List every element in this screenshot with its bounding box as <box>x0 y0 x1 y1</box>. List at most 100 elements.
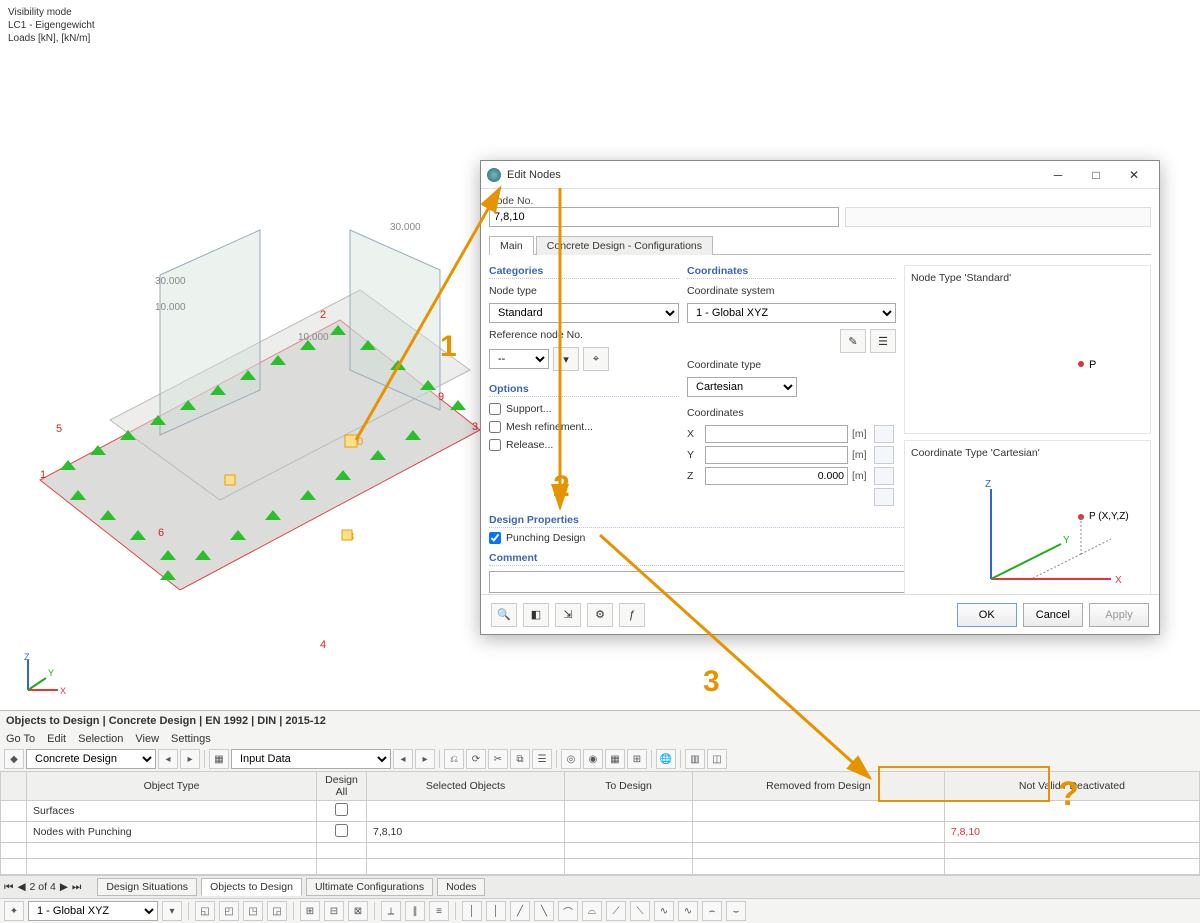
pick-icon[interactable]: ▾ <box>553 347 579 371</box>
dialog-titlebar[interactable]: Edit Nodes ─ □ ✕ <box>481 161 1159 189</box>
tool-e-icon[interactable]: ✂ <box>488 749 508 769</box>
col-selected-objects[interactable]: Selected Objects <box>367 772 565 801</box>
tab-concrete-configs[interactable]: Concrete Design - Configurations <box>536 236 713 255</box>
tool-g-icon[interactable]: ☰ <box>532 749 552 769</box>
cr-3-icon[interactable]: ◳ <box>243 901 263 921</box>
tool-l-icon[interactable]: 🌐 <box>656 749 676 769</box>
tab-objects-to-design[interactable]: Objects to Design <box>201 878 302 896</box>
cr-21-icon[interactable]: ⌢ <box>702 901 722 921</box>
pager-prev-icon[interactable]: ◀ <box>17 881 25 893</box>
ref-node-select[interactable]: -- <box>489 349 549 369</box>
cr-17-icon[interactable]: ⟋ <box>606 901 626 921</box>
cr-7-icon[interactable]: ⊠ <box>348 901 368 921</box>
window-maximize-icon[interactable]: □ <box>1077 162 1115 188</box>
tool-j-icon[interactable]: ▦ <box>605 749 625 769</box>
tool-m-icon[interactable]: ▥ <box>685 749 705 769</box>
table-row[interactable] <box>1 843 1200 859</box>
release-checkbox[interactable]: Release... <box>489 439 679 451</box>
coord-sys-select-bottom[interactable]: 1 - Global XYZ <box>28 901 158 921</box>
pager-last-icon[interactable]: ⏭ <box>72 881 81 894</box>
cr-8-icon[interactable]: ⟂ <box>381 901 401 921</box>
tool-i-icon[interactable]: ◉ <box>583 749 603 769</box>
cr-11-icon[interactable]: │ <box>462 901 482 921</box>
col-design-all[interactable]: Design All <box>317 772 367 801</box>
window-minimize-icon[interactable]: ─ <box>1039 162 1077 188</box>
coord-x-pick-icon[interactable] <box>874 425 894 443</box>
node-type-select[interactable]: Standard <box>489 303 679 323</box>
cr-20-icon[interactable]: ∿ <box>678 901 698 921</box>
cr-15-icon[interactable]: ⌒ <box>558 901 578 921</box>
menu-edit[interactable]: Edit <box>47 733 66 745</box>
coord-y-pick-icon[interactable] <box>874 446 894 464</box>
window-close-icon[interactable]: ✕ <box>1115 162 1153 188</box>
tab-nodes[interactable]: Nodes <box>437 878 485 896</box>
mesh-refinement-checkbox[interactable]: Mesh refinement... <box>489 421 679 433</box>
pick-in-model-icon[interactable]: ⌖ <box>583 347 609 371</box>
footer-tool-3-icon[interactable]: ⇲ <box>555 603 581 627</box>
menu-settings[interactable]: Settings <box>171 733 211 745</box>
table-row[interactable]: Surfaces <box>1 801 1200 822</box>
tool-k-icon[interactable]: ⊞ <box>627 749 647 769</box>
col-object-type[interactable]: Object Type <box>27 772 317 801</box>
tool-n-icon[interactable]: ◫ <box>707 749 727 769</box>
cr-14-icon[interactable]: ╲ <box>534 901 554 921</box>
cr-a-icon[interactable]: ▾ <box>162 901 182 921</box>
tool-h-icon[interactable]: ◎ <box>561 749 581 769</box>
coord-sys-lib-icon[interactable]: ☰ <box>870 329 896 353</box>
cr-18-icon[interactable]: ⟍ <box>630 901 650 921</box>
design-all-checkbox[interactable] <box>335 803 348 816</box>
coord-z-input[interactable] <box>705 467 848 485</box>
cr-1-icon[interactable]: ◱ <box>195 901 215 921</box>
tool-c-icon[interactable]: ⎌ <box>444 749 464 769</box>
coord-z-pick-icon[interactable] <box>874 467 894 485</box>
cr-13-icon[interactable]: ╱ <box>510 901 530 921</box>
cr-22-icon[interactable]: ⌣ <box>726 901 746 921</box>
menu-goto[interactable]: Go To <box>6 733 35 745</box>
footer-tool-2-icon[interactable]: ◧ <box>523 603 549 627</box>
table-row[interactable] <box>1 859 1200 875</box>
input-data-icon[interactable]: ▦ <box>209 749 229 769</box>
cr-9-icon[interactable]: ∥ <box>405 901 425 921</box>
menu-selection[interactable]: Selection <box>78 733 123 745</box>
cr-6-icon[interactable]: ⊟ <box>324 901 344 921</box>
nav-prev-icon[interactable]: ◂ <box>158 749 178 769</box>
pager-first-icon[interactable]: ⏮ <box>4 881 13 894</box>
tab-design-situations[interactable]: Design Situations <box>97 878 197 896</box>
design-type-select[interactable]: Concrete Design <box>26 749 156 769</box>
tab-main[interactable]: Main <box>489 236 534 255</box>
node-no-input[interactable] <box>489 207 839 227</box>
cr-16-icon[interactable]: ⌓ <box>582 901 602 921</box>
table-row[interactable]: Nodes with Punching 7,8,10 7,8,10 <box>1 822 1200 843</box>
cr-4-icon[interactable]: ◲ <box>267 901 287 921</box>
coord-extra-icon[interactable] <box>874 488 894 506</box>
coord-x-input[interactable] <box>705 425 848 443</box>
ok-button[interactable]: OK <box>957 603 1017 627</box>
tool-b-icon[interactable]: ▸ <box>415 749 435 769</box>
coord-y-input[interactable] <box>705 446 848 464</box>
tab-ultimate-configs[interactable]: Ultimate Configurations <box>306 878 433 896</box>
nav-next-icon[interactable]: ▸ <box>180 749 200 769</box>
design-all-checkbox[interactable] <box>335 824 348 837</box>
footer-tool-5-icon[interactable]: ƒ <box>619 603 645 627</box>
cr-19-icon[interactable]: ∿ <box>654 901 674 921</box>
coord-type-select[interactable]: Cartesian <box>687 377 797 397</box>
coord-sys-icon[interactable]: ✦ <box>4 901 24 921</box>
cr-10-icon[interactable]: ≡ <box>429 901 449 921</box>
coord-sys-select[interactable]: 1 - Global XYZ <box>687 303 896 323</box>
footer-tool-4-icon[interactable]: ⚙ <box>587 603 613 627</box>
footer-tool-1-icon[interactable]: 🔍 <box>491 603 517 627</box>
coord-sys-new-icon[interactable]: ✎ <box>840 329 866 353</box>
tool-d-icon[interactable]: ⟳ <box>466 749 486 769</box>
support-checkbox[interactable]: Support... <box>489 403 679 415</box>
tool-f-icon[interactable]: ⧉ <box>510 749 530 769</box>
input-data-select[interactable]: Input Data <box>231 749 391 769</box>
apply-button[interactable]: Apply <box>1089 603 1149 627</box>
cr-5-icon[interactable]: ⊞ <box>300 901 320 921</box>
cr-2-icon[interactable]: ◰ <box>219 901 239 921</box>
design-type-icon[interactable]: ◆ <box>4 749 24 769</box>
tool-a-icon[interactable]: ◂ <box>393 749 413 769</box>
col-to-design[interactable]: To Design <box>565 772 693 801</box>
cr-12-icon[interactable]: │ <box>486 901 506 921</box>
cancel-button[interactable]: Cancel <box>1023 603 1083 627</box>
menu-view[interactable]: View <box>135 733 159 745</box>
